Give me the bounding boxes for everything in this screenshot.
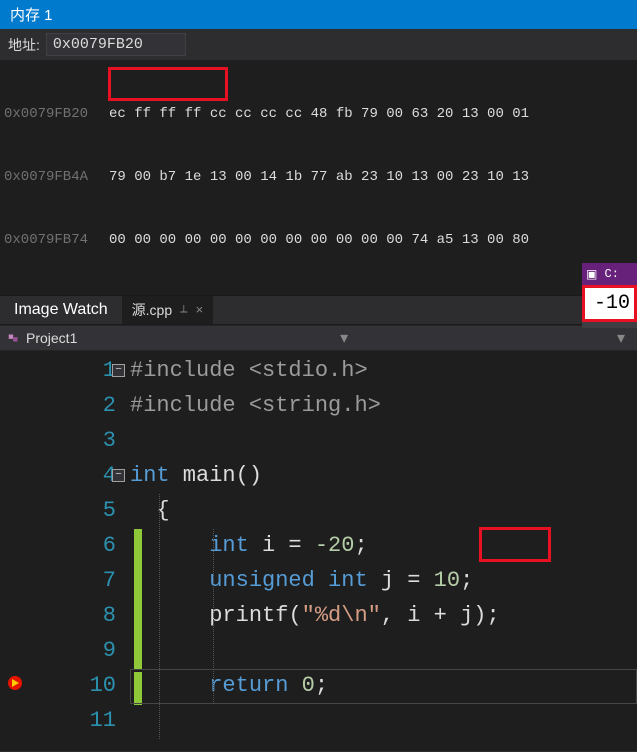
code-line: int i = -20; — [130, 528, 637, 563]
breakpoint-current-line-icon[interactable] — [6, 674, 24, 692]
memory-row: 0x0079FB20ec ff ff ff cc cc cc cc 48 fb … — [4, 104, 633, 125]
tooltip-value: -10 — [582, 285, 637, 322]
chevron-down-icon[interactable]: ▾ — [334, 328, 354, 348]
code-line: return 0; — [130, 668, 637, 703]
image-watch-title: Image Watch — [0, 301, 122, 319]
code-line: #include <string.h> — [130, 388, 637, 423]
indent-guide — [159, 494, 160, 739]
line-number-gutter: 1 2 3 4 5 6 7 8 9 10 11 — [52, 351, 130, 751]
memory-hex: ec ff ff ff cc cc cc cc 48 fb 79 00 63 2… — [109, 104, 529, 125]
memory-panel-title: 内存 1 — [0, 0, 637, 29]
code-line — [130, 703, 637, 738]
fold-toggle-icon[interactable] — [112, 364, 125, 377]
code-editor[interactable]: 1 2 3 4 5 6 7 8 9 10 11 #include <stdio.… — [0, 351, 637, 751]
scope-icon — [6, 330, 22, 346]
fold-toggle-icon[interactable] — [112, 469, 125, 482]
indent-guide — [213, 529, 214, 704]
console-icon: ▣ — [586, 267, 597, 282]
memory-hex-view[interactable]: 0x0079FB20ec ff ff ff cc cc cc cc 48 fb … — [0, 60, 637, 295]
memory-addr: 0x0079FB4A — [4, 167, 109, 188]
code-line: #include <stdio.h> — [130, 353, 637, 388]
memory-row: 0x0079FB4A79 00 b7 1e 13 00 14 1b 77 ab … — [4, 167, 633, 188]
code-line — [130, 633, 637, 668]
project-selector[interactable]: Project1 — [26, 330, 77, 346]
memory-addr: 0x0079FB20 — [4, 104, 109, 125]
memory-hex: 79 00 b7 1e 13 00 14 1b 77 ab 23 10 13 0… — [109, 167, 529, 188]
code-line — [130, 423, 637, 458]
tab-source-cpp[interactable]: 源.cpp ⟂ × — [122, 296, 214, 324]
address-label: 地址: — [8, 35, 40, 55]
memory-addr: 0x0079FB74 — [4, 230, 109, 251]
code-line: printf("%d\n", i + j); — [130, 598, 637, 633]
code-line: unsigned int j = 10; — [130, 563, 637, 598]
memory-row: 0x0079FB7400 00 00 00 00 00 00 00 00 00 … — [4, 230, 633, 251]
pin-icon[interactable]: ⟂ — [180, 304, 187, 316]
memory-hex: 00 00 00 00 00 00 00 00 00 00 00 00 74 a… — [109, 230, 529, 251]
tab-label: 源.cpp — [132, 300, 172, 320]
chevron-down-icon[interactable]: ▾ — [611, 328, 631, 348]
value-tooltip: ▣ C: -10 — [582, 263, 637, 328]
close-icon[interactable]: × — [195, 303, 203, 318]
tooltip-scrollbar[interactable] — [582, 322, 637, 328]
code-line: int main() — [130, 458, 637, 493]
address-input[interactable] — [46, 33, 186, 56]
code-line: { — [130, 493, 637, 528]
